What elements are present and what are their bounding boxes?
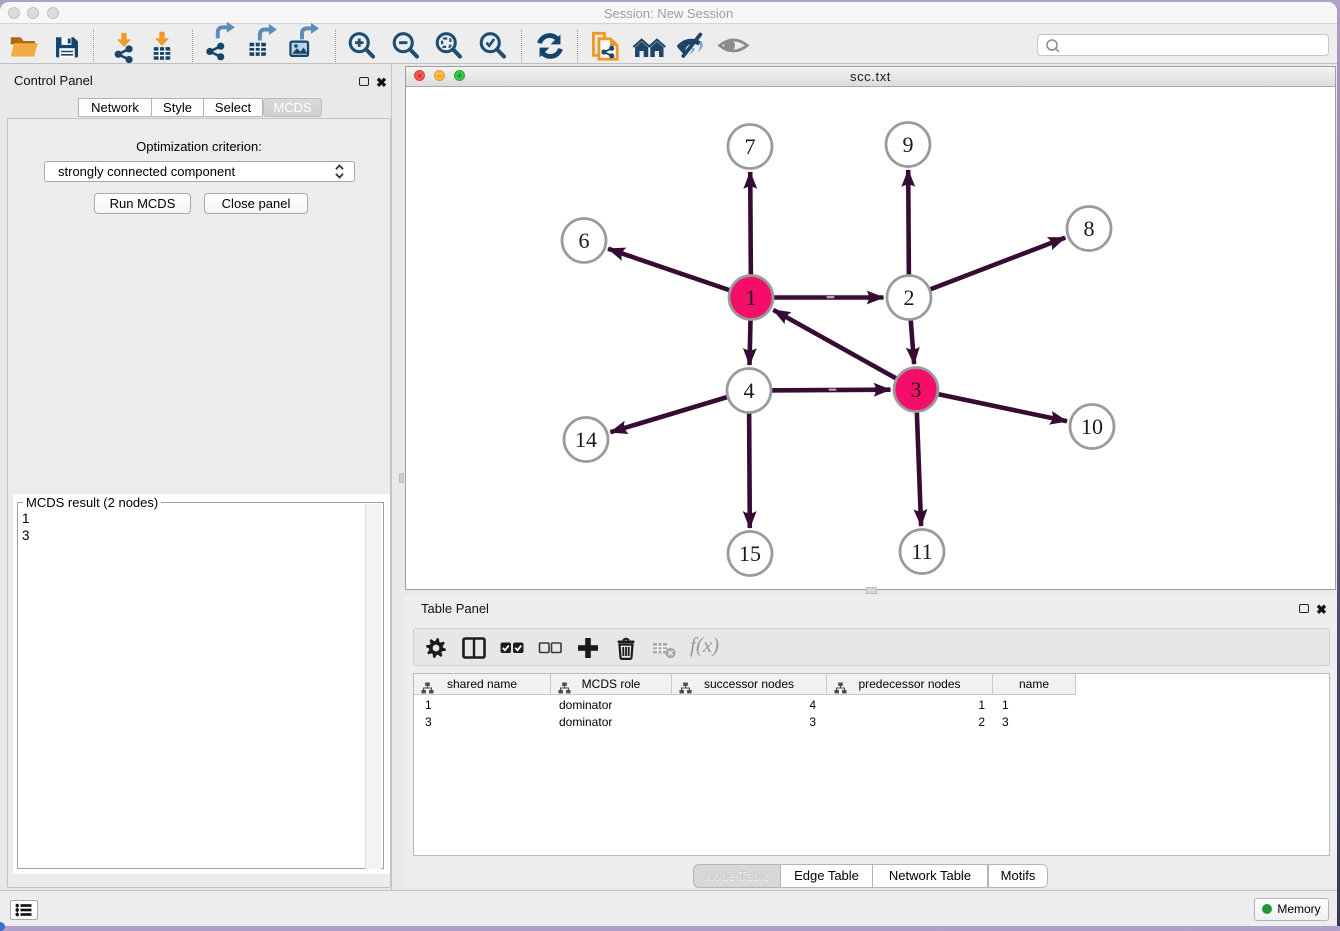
svg-text:7: 7	[745, 134, 756, 159]
svg-text:3: 3	[911, 377, 922, 402]
svg-text:4: 4	[744, 378, 755, 403]
svg-text:11: 11	[911, 539, 932, 564]
svg-text:15: 15	[739, 541, 761, 566]
svg-text:1: 1	[746, 285, 757, 310]
svg-text:8: 8	[1084, 216, 1095, 241]
svg-text:2: 2	[904, 285, 915, 310]
svg-text:14: 14	[575, 427, 597, 452]
svg-text:6: 6	[579, 228, 590, 253]
svg-text:10: 10	[1081, 414, 1103, 439]
svg-text:9: 9	[903, 132, 914, 157]
